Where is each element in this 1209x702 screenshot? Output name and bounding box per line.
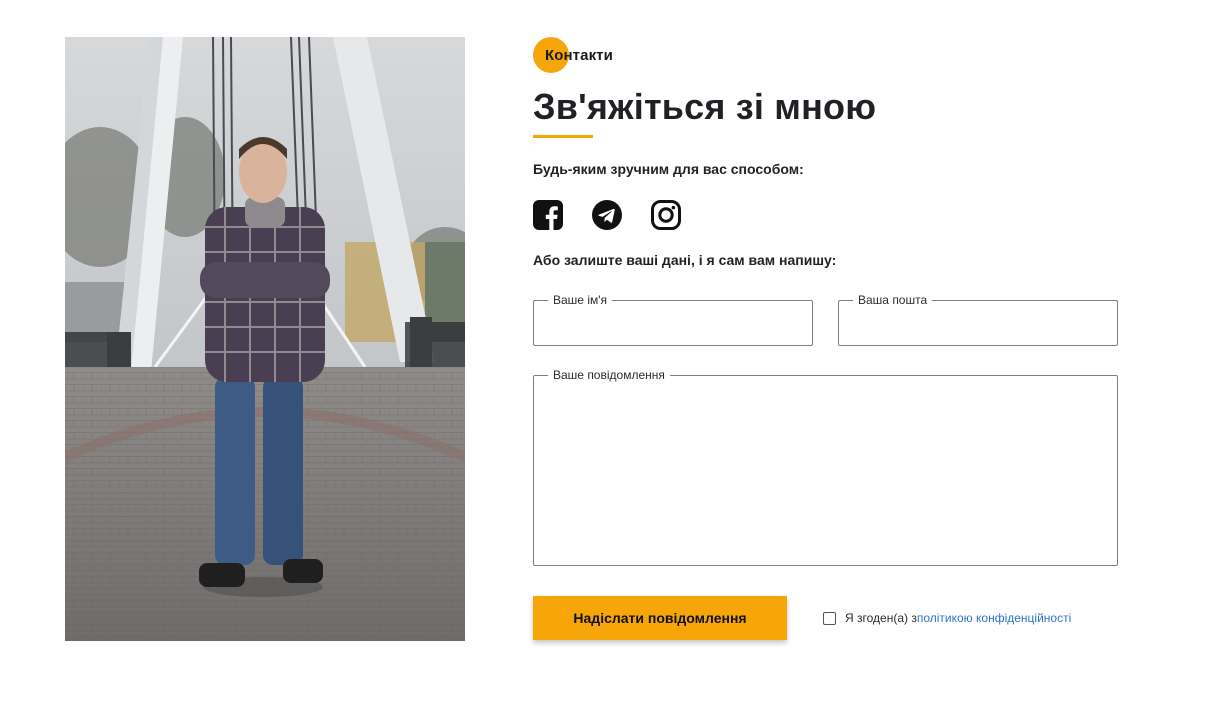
privacy-policy-link[interactable]: політикою конфіденційності [917, 611, 1071, 625]
eyebrow-label: Контакти [545, 47, 613, 64]
email-field-label: Ваша пошта [858, 293, 928, 307]
section-eyebrow: Контакти [533, 37, 1123, 73]
consent-checkbox[interactable] [823, 611, 836, 625]
title-underline [533, 135, 593, 138]
message-field: Ваше повідомлення [533, 369, 1118, 566]
send-message-button[interactable]: Надіслати повідомлення [533, 596, 787, 640]
name-input[interactable] [544, 306, 802, 336]
email-field: Ваша пошта [838, 294, 1118, 346]
telegram-icon[interactable] [592, 200, 623, 231]
name-field-label: Ваше ім'я [553, 293, 608, 307]
name-field: Ваше ім'я [533, 294, 813, 346]
page-title: Зв'яжіться зі мною [533, 86, 877, 127]
form-lead-text: Або залиште ваші дані, і я сам вам напиш… [533, 252, 837, 268]
message-field-label: Ваше повідомлення [553, 368, 665, 382]
author-photo [65, 37, 465, 641]
instagram-icon[interactable] [651, 200, 682, 231]
email-input[interactable] [849, 306, 1107, 336]
privacy-consent: Я згоден(а) з політикою конфіденційності [823, 611, 1071, 625]
consent-text: Я згоден(а) з [845, 611, 917, 625]
message-textarea[interactable] [544, 381, 1107, 556]
social-links [533, 200, 710, 231]
social-lead-text: Будь-яким зручним для вас способом: [533, 161, 804, 177]
facebook-icon[interactable] [533, 200, 564, 231]
contact-section: Контакти Зв'яжіться зі мною Будь-яким зр… [533, 37, 1123, 640]
